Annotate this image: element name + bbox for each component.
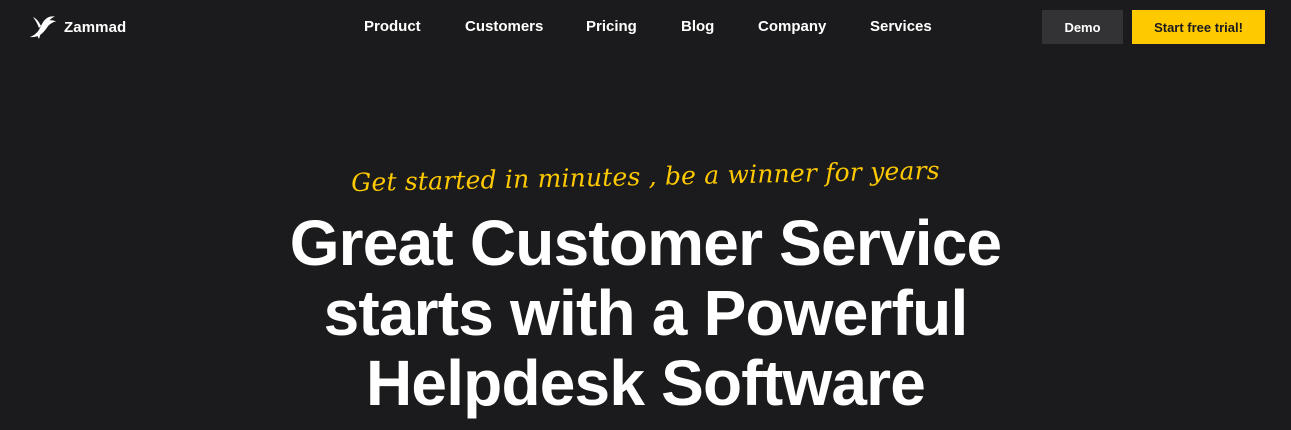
nav-item-pricing[interactable]: Pricing [586, 18, 637, 35]
headline-line: Helpdesk Software [365, 347, 926, 419]
page: Zammad Product Customers Pricing Blog Co… [0, 0, 1291, 430]
nav-item-company[interactable]: Company [758, 18, 826, 35]
nav-item-blog[interactable]: Blog [681, 18, 714, 35]
headline-line: starts with a Powerful [323, 277, 969, 349]
site-header: Zammad Product Customers Pricing Blog Co… [0, 0, 1291, 54]
start-free-trial-button[interactable]: Start free trial! [1132, 10, 1265, 44]
headline-line: Great Customer Service [289, 207, 1002, 279]
hero-headline: Great Customer Service starts with a Pow… [0, 208, 1291, 418]
hero-tagline: Get started in minutes , be a winner for… [350, 155, 941, 198]
demo-button[interactable]: Demo [1042, 10, 1123, 44]
nav-item-services[interactable]: Services [870, 18, 932, 35]
nav-item-product[interactable]: Product [364, 18, 421, 35]
nav-item-customers[interactable]: Customers [465, 18, 543, 35]
